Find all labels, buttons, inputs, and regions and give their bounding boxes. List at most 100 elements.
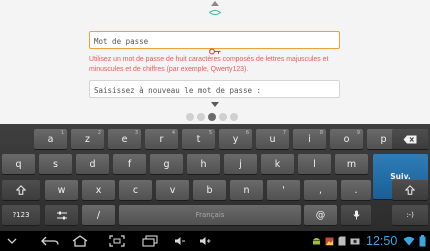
sd-card-notification-icon [337,233,347,249]
chevron-down-icon [7,238,17,244]
keyboard-hide-key[interactable] [6,233,18,249]
key-comma[interactable]: , [304,180,337,200]
screenshot-button[interactable] [108,233,126,249]
password-setup-screen: Mot de passe Utilisez un mot de passe de… [0,0,430,124]
confirm-password-input[interactable]: Saisissez à nouveau le mot de passe : [89,80,340,98]
key-w[interactable]: w [45,180,78,200]
key-period[interactable]: . [341,180,371,200]
key-label: i [308,133,311,145]
screenshot-icon [109,235,125,247]
password-hint-text: Utilisez un mot de passe de huit caractè… [89,56,329,73]
key-x[interactable]: x [82,180,115,200]
key-q[interactable]: q [2,154,35,174]
numbers-key[interactable]: ?123 [2,205,40,225]
key-d[interactable]: d [76,154,109,174]
page-dot [197,113,205,121]
on-screen-keyboard: 1a 2z 3e 4r 5t 6y 7u 8i 9o 0p q s d f g … [0,124,430,231]
camera-icon [350,238,360,245]
home-button[interactable] [71,233,89,249]
android-notification-icon [311,233,321,249]
key-apostrophe[interactable]: ' [267,180,300,200]
key-label: p [380,133,387,145]
key-u[interactable]: 7u [256,129,289,149]
status-clock: 12:50 [366,234,398,248]
volume-up-icon [200,237,211,245]
shift-key-left[interactable] [2,180,40,200]
battery-status [418,233,427,249]
volume-down-icon [175,237,185,245]
page-dot [230,113,238,121]
shift-key-right[interactable] [392,180,428,200]
scroll-up-arrow-icon[interactable] [211,1,219,6]
sd-card-icon [338,236,346,246]
battery-icon [419,235,426,247]
space-key[interactable]: Français [119,205,301,225]
key-label: a [47,133,54,145]
volume-up-button[interactable] [198,233,212,249]
key-slash[interactable]: / [82,205,115,225]
scroll-down-arrow-icon[interactable] [211,102,219,107]
recent-apps-icon [142,235,158,247]
key-a[interactable]: 1a [34,129,67,149]
back-button[interactable] [40,233,60,249]
shift-icon [405,185,415,195]
shift-icon [16,185,26,195]
key-alt-label: 2 [97,130,101,136]
settings-key[interactable] [45,205,78,225]
key-c[interactable]: c [119,180,152,200]
eye-icon [209,10,221,15]
system-navigation-bar: 12:50 [0,231,430,251]
settings-icon [56,211,67,219]
password-input[interactable]: Mot de passe [89,31,340,49]
key-label: o [343,133,350,145]
key-o[interactable]: 9o [330,129,363,149]
key-m[interactable]: m [335,154,368,174]
image-icon [325,237,333,245]
key-label: u [269,133,276,145]
wifi-status [403,233,415,249]
recent-apps-button[interactable] [141,233,159,249]
key-z[interactable]: 2z [71,129,104,149]
key-label: z [85,133,90,145]
key-icon [209,48,221,55]
key-j[interactable]: j [224,154,257,174]
key-alt-label: 3 [134,130,138,136]
home-icon [72,235,88,247]
key-y[interactable]: 6y [219,129,252,149]
key-at[interactable]: @ [304,205,337,225]
smiley-key[interactable]: :-) [392,205,428,225]
key-g[interactable]: g [150,154,183,174]
key-h[interactable]: h [187,154,220,174]
key-alt-label: 5 [208,130,212,136]
back-icon [41,236,59,246]
key-r[interactable]: 4r [145,129,178,149]
photo-notification-icon [324,233,334,249]
key-e[interactable]: 3e [108,129,141,149]
key-v[interactable]: v [156,180,189,200]
key-alt-label: 8 [319,130,323,136]
key-label: t [196,133,201,145]
wifi-icon [403,236,415,246]
microphone-key[interactable] [341,205,371,225]
key-alt-label: 9 [356,130,360,136]
page-dot-active [208,113,216,121]
page-dot [186,113,194,121]
key-label: y [232,133,239,145]
key-label: e [121,133,128,145]
key-label: r [159,133,164,145]
volume-down-button[interactable] [173,233,187,249]
backspace-key[interactable] [392,129,428,149]
key-f[interactable]: f [113,154,146,174]
page-dot [219,113,227,121]
key-k[interactable]: k [261,154,294,174]
backspace-icon [403,135,417,143]
key-i[interactable]: 8i [293,129,326,149]
page-indicator [186,113,241,121]
key-l[interactable]: l [298,154,331,174]
microphone-icon [352,210,360,220]
key-s[interactable]: s [39,154,72,174]
key-alt-label: 7 [282,130,286,136]
key-t[interactable]: 5t [182,129,215,149]
key-n[interactable]: n [230,180,263,200]
key-b[interactable]: b [193,180,226,200]
